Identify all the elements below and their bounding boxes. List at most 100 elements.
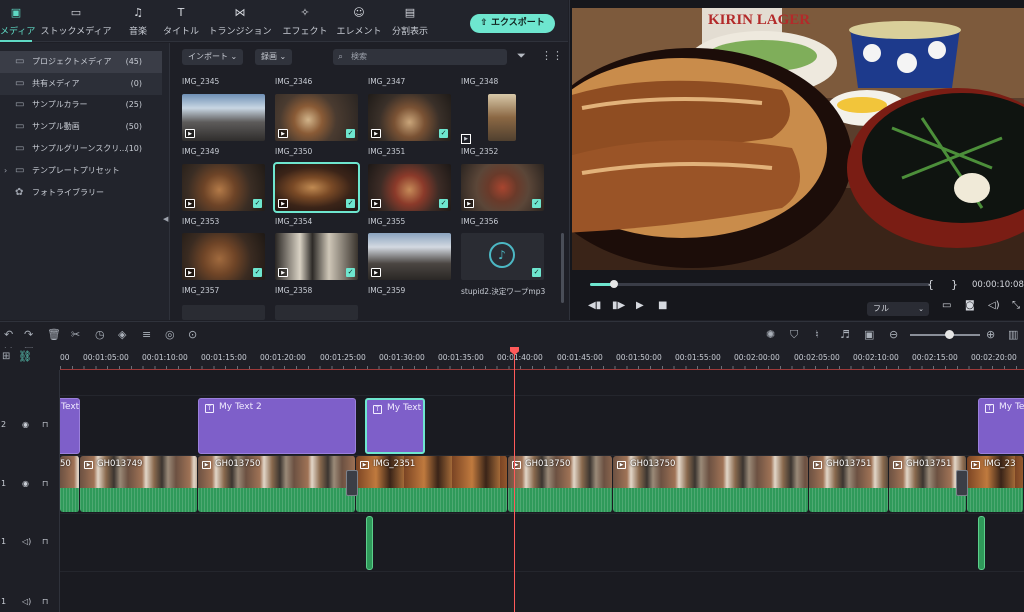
marker-icon[interactable]: ⛉ [790,328,798,342]
title-clip[interactable]: T My Text 2 [198,398,356,454]
audio-thumbnail[interactable]: ♪ ✓ [461,233,544,280]
timeline-zoom-knob[interactable] [945,330,954,339]
color-match-icon[interactable]: ◎ [165,328,175,341]
transition-marker[interactable] [346,470,358,496]
search-input[interactable]: ⌕ 検索 [333,49,507,65]
lock-icon[interactable]: ⊓ [42,597,48,606]
eye-icon[interactable]: ◉ [22,420,29,429]
monitor-icon[interactable]: ▭ [942,300,951,311]
title-clip[interactable]: Text [60,398,80,454]
grid-view-icon[interactable]: ⋮⋮ [541,49,563,62]
media-thumbnail[interactable]: ▶ ✓ [182,164,265,211]
media-thumbnail[interactable]: ▶ ✓ [368,164,451,211]
play-icon[interactable]: ▶ [636,300,644,311]
sidebar-item-shared-media[interactable]: ▭ 共有メディア (0) [0,73,162,95]
stop-icon[interactable]: ■ [658,300,667,311]
export-button[interactable]: ⇧ エクスポート [470,14,555,33]
title-clip-selected[interactable]: T My Text [365,398,425,454]
mark-in-icon[interactable]: { [927,278,934,291]
zoom-out-icon[interactable]: ⊖ [889,328,898,341]
tab-split-screen[interactable]: ▤ 分割表示 [390,6,430,40]
media-thumbnail[interactable]: ▶ ✓ [368,94,451,141]
media-thumbnail-selected[interactable]: ▶ ✓ [273,162,360,213]
tab-transition[interactable]: ⋈ トランジション [208,6,272,40]
duration-icon[interactable]: ⊙ [188,328,197,341]
media-thumbnail[interactable] [275,305,358,320]
eye-icon[interactable]: ◉ [22,479,29,488]
ruler-label: 00:02:15:00 [912,353,958,362]
video-clip[interactable]: ▶ IMG_2351 [356,456,508,512]
delete-icon[interactable]: 🗑 [47,328,61,341]
media-thumbnail[interactable] [488,94,516,141]
cut-icon[interactable]: ✂ [71,328,80,341]
tab-element[interactable]: ☺ エレメント [336,6,382,40]
caption-icon[interactable]: ▣ [864,328,874,341]
snapshot-icon[interactable]: ◙ [965,300,975,311]
quality-dropdown[interactable]: フル ⌄ [867,302,929,316]
microphone-icon[interactable]: ♮ [815,328,819,341]
tab-title[interactable]: T タイトル [162,6,200,40]
redo-icon[interactable]: ↷ [24,328,33,341]
render-icon[interactable]: ✺ [766,328,775,341]
video-clip[interactable]: ▶ GH013750 [198,456,356,512]
video-clip[interactable]: ▶ GH013750 [613,456,809,512]
playhead-line[interactable] [514,348,515,612]
audio-clip[interactable] [366,516,373,570]
tag-icon[interactable]: ◈ [118,328,126,341]
video-clip[interactable]: ▶ GH013749 [80,456,198,512]
adjust-icon[interactable]: ≡ [142,328,151,341]
split-screen-icon: ▤ [404,6,416,19]
sidebar-item-sample-video[interactable]: ▭ サンプル動画 (50) [0,116,162,138]
media-thumbnail[interactable]: ▶ ✓ [275,94,358,141]
sidebar-item-sample-greenscreen[interactable]: ▭ サンプルグリーンスクリ... (10) [0,138,162,160]
sidebar-item-project-media[interactable]: ▭ プロジェクトメディア (45) [0,51,162,73]
media-thumbnail[interactable]: ▶ ✓ [275,233,358,280]
playback-progress-bar[interactable] [590,280,930,288]
volume-icon[interactable]: ◁) [988,300,1000,311]
speaker-icon[interactable]: ◁) [22,537,31,546]
tab-media[interactable]: ▣ メディア [0,6,35,42]
collapse-sidebar-icon[interactable]: ◀ [163,215,168,223]
transition-marker[interactable] [956,470,968,496]
record-dropdown[interactable]: 録画 ⌄ [255,49,293,65]
media-thumbnail[interactable]: ▶ [368,233,451,280]
video-clip[interactable]: ▶ GH013751 [809,456,889,512]
speaker-icon[interactable]: ◁) [22,597,31,606]
playback-scrubber-knob[interactable] [609,280,618,288]
add-track-icon[interactable]: ⊞ [2,351,10,362]
lock-icon[interactable]: ⊓ [42,420,48,429]
chevron-down-icon: ⌄ [230,52,238,61]
tab-music[interactable]: ♫ 音楽 [124,6,152,40]
video-icon: ▶ [371,199,381,208]
video-clip[interactable]: 50 [60,456,80,512]
lock-icon[interactable]: ⊓ [42,479,48,488]
media-thumbnail[interactable]: ▶ ✓ [461,164,544,211]
svg-text:KIRIN LAGER: KIRIN LAGER [708,12,810,28]
step-back-icon[interactable]: ◀▮ [588,300,601,311]
audio-mix-icon[interactable]: ♬ [840,328,850,341]
video-clip[interactable]: ▶ IMG_23 [967,456,1024,512]
fullscreen-icon[interactable]: ⤡ [1012,300,1020,311]
layout-icon[interactable]: ▥ [1008,328,1018,341]
sidebar-item-template-presets[interactable]: › ▭ テンプレートプリセット [0,160,162,182]
video-clip[interactable]: ▶ GH013750 [508,456,613,512]
zoom-in-icon[interactable]: ⊕ [986,328,995,341]
step-forward-icon[interactable]: ▮▶ [612,300,625,311]
filter-icon[interactable]: ⏷ [517,49,526,63]
tab-stock-media[interactable]: ▭ ストックメディア [40,6,112,40]
tab-effect[interactable]: ✧ エフェクト [282,6,328,40]
sidebar-item-sample-color[interactable]: ▭ サンプルカラー (25) [0,94,162,116]
sidebar-item-photo-library[interactable]: ✿ フォトライブラリー [0,182,162,204]
media-thumbnail[interactable] [182,305,265,320]
lock-icon[interactable]: ⊓ [42,537,48,546]
title-clip[interactable]: T My Te [978,398,1024,454]
media-thumbnail[interactable]: ▶ ✓ [182,233,265,280]
link-icon[interactable]: ⛓ [18,350,32,363]
import-dropdown[interactable]: インポート ⌄ [182,49,244,65]
media-thumbnail[interactable]: ▶ [182,94,265,141]
media-scrollbar[interactable] [561,233,564,303]
undo-icon[interactable]: ↶ [4,328,13,341]
speed-icon[interactable]: ◷ [95,328,105,341]
mark-out-icon[interactable]: } [951,278,958,291]
audio-clip[interactable] [978,516,985,570]
